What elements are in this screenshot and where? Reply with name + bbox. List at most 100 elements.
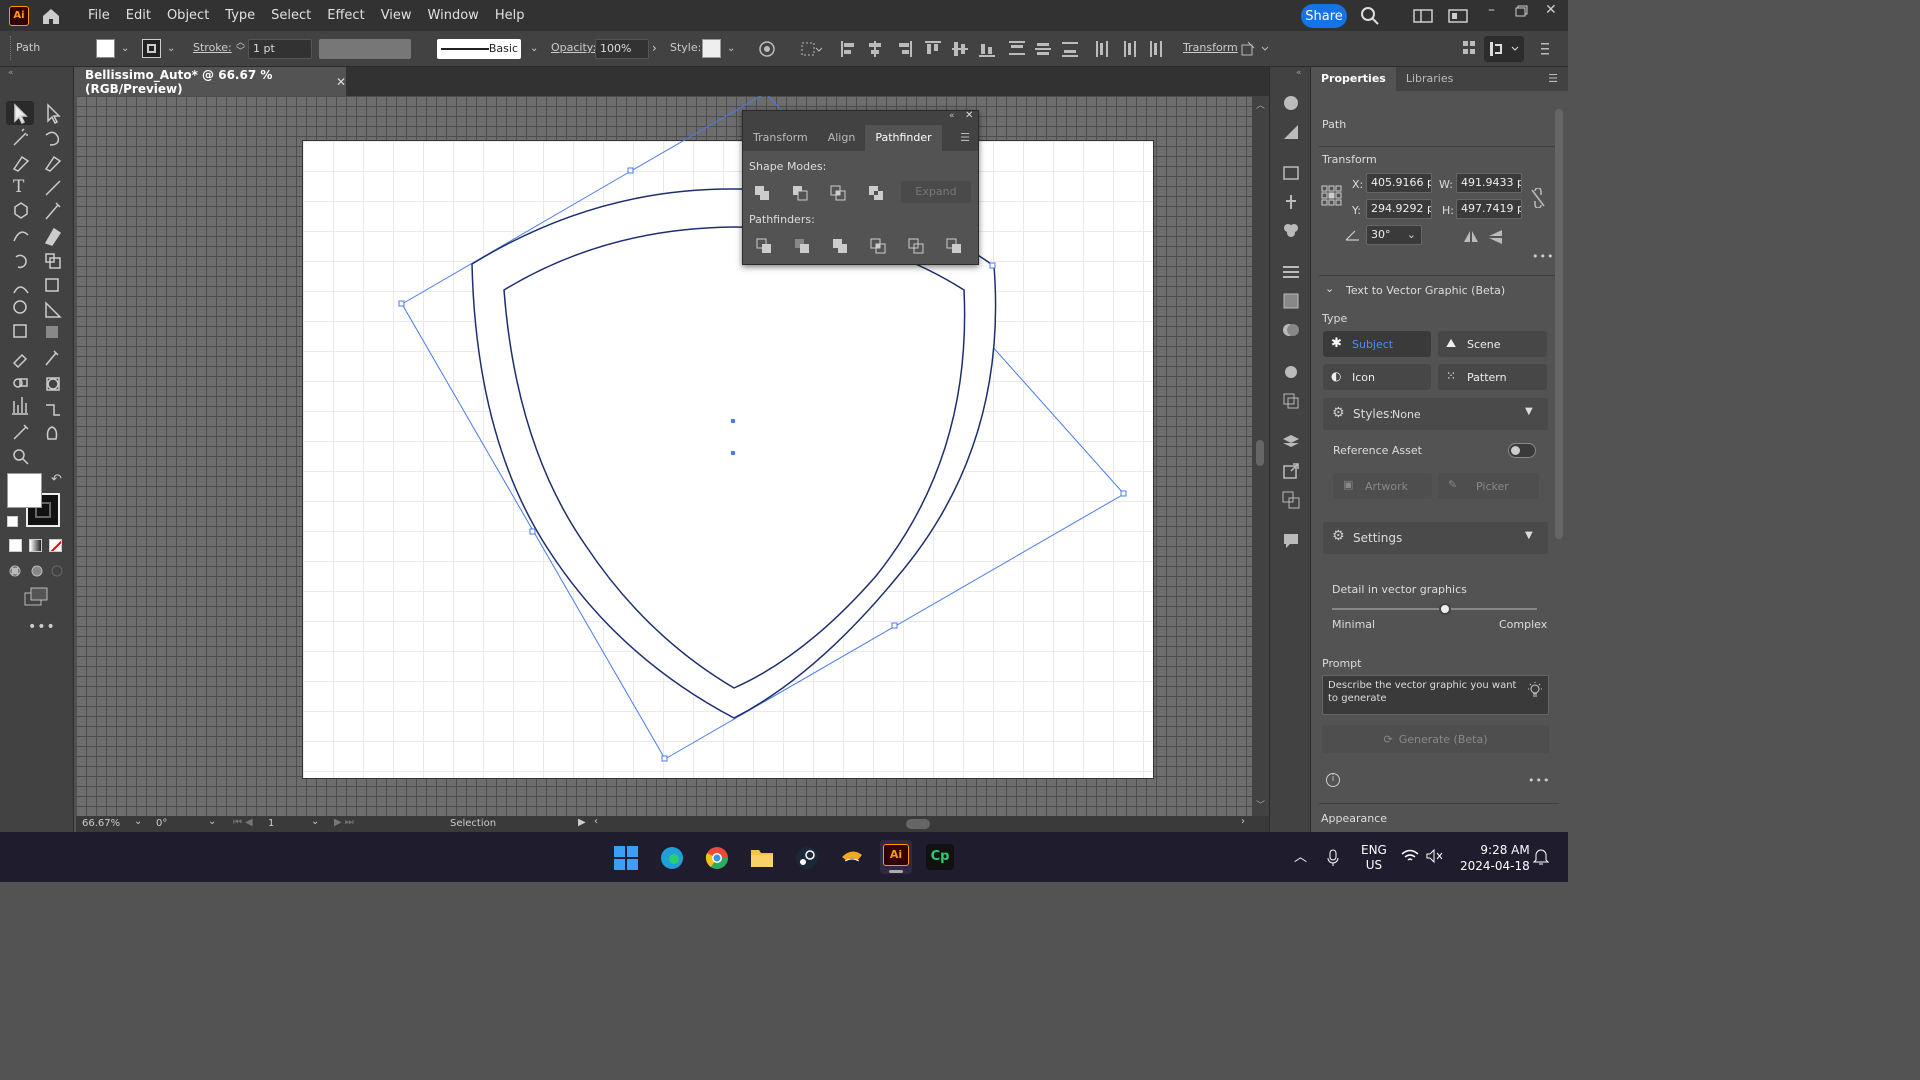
scroll-down-icon[interactable]: ﹀ [1256,798,1265,811]
share-button[interactable]: Share [1301,4,1347,28]
illustrator-taskbar-button[interactable]: Ai [880,840,912,874]
menu-effect[interactable]: Effect [319,0,372,31]
isolate-icon[interactable] [1240,40,1270,58]
canvas[interactable] [76,96,1252,816]
chevron-down-icon[interactable]: ⌄ [167,43,175,54]
horizontal-scroll-thumb[interactable] [906,819,930,829]
workspace-icon[interactable] [1413,9,1433,23]
menu-window[interactable]: Window [420,0,487,31]
divide-icon[interactable] [756,238,772,254]
search-icon[interactable] [1360,6,1380,26]
screen-mode-icon[interactable] [24,587,50,607]
layers-icon[interactable] [1282,433,1300,451]
stroke-stepper-icon[interactable]: ︿ ﹀ [236,39,245,57]
panel-menu-icon[interactable]: ☰ [952,125,978,151]
tab-pathfinder[interactable]: Pathfinder [865,125,942,151]
lightbulb-icon[interactable] [1526,681,1544,701]
export-icon[interactable] [1282,462,1300,480]
panel-header[interactable]: «✕ [743,110,978,125]
clock[interactable]: 9:28 AM 2024-04-18 [1460,842,1530,874]
align-buttons[interactable] [838,39,1168,59]
chevron-down-icon[interactable]: ⌄ [311,816,319,827]
rotation-value[interactable]: 0° [156,818,167,829]
t2v-header[interactable]: Text to Vector Graphic (Beta) [1346,284,1505,297]
tray-expand-icon[interactable]: ︿ [1294,846,1307,865]
constrain-proportions-icon[interactable] [1529,188,1547,208]
subject-button[interactable]: ✱ Subject [1323,331,1431,357]
tool-icons[interactable]: T [0,97,74,497]
artwork[interactable] [76,96,1252,816]
libraries-icon[interactable] [1282,164,1300,182]
artboards-icon[interactable] [1282,491,1300,509]
rotate-field[interactable]: 30° ⌄ [1366,225,1422,245]
brush-definition[interactable]: Basic [437,39,521,59]
fill-swatch[interactable] [96,39,115,58]
recolor-icon[interactable] [758,40,776,58]
graphic-styles-icon[interactable] [1282,392,1300,410]
gradient-panel-icon[interactable] [1282,292,1300,310]
brushes-icon[interactable] [1282,193,1300,211]
app-fan-icon[interactable] [839,845,865,871]
info-icon[interactable]: i [1326,773,1340,787]
detail-slider-track[interactable] [1332,603,1537,615]
minimize-icon[interactable]: – [1488,2,1495,18]
menu-view[interactable]: View [373,0,420,31]
none-mode-icon[interactable] [49,539,62,552]
icon-button[interactable]: ◐ Icon [1323,364,1431,390]
more-menu-icon[interactable] [1540,41,1550,57]
comments-icon[interactable] [1282,532,1300,550]
scene-button[interactable]: ⛰ Scene [1438,331,1547,357]
artboard-number[interactable]: 1 [268,818,274,829]
tab-transform[interactable]: Transform [743,125,818,151]
draw-mode-icons[interactable] [7,562,67,580]
panel-menu-icon[interactable]: ☰ [1538,67,1568,91]
windows-start-icon[interactable] [613,845,639,871]
copilot-icon[interactable]: Cp [926,844,954,870]
collapse-icon[interactable]: « [1296,68,1302,78]
y-field[interactable]: 294.9292 p [1366,199,1432,219]
microphone-icon[interactable] [1326,849,1340,867]
artboard-nav-next-icon[interactable]: ▶⏭ [334,817,357,828]
chevron-down-icon[interactable]: ▼ [1525,530,1533,541]
panel-options-button[interactable] [1484,36,1524,62]
transform-link[interactable]: Transform [1183,41,1238,54]
steam-icon[interactable] [794,845,820,871]
color-mode-icon[interactable] [9,539,22,552]
stroke-weight-field[interactable]: 1 pt [248,39,312,59]
home-icon[interactable] [40,5,62,27]
reference-asset-toggle[interactable] [1508,443,1536,458]
symbols-icon[interactable] [1282,221,1300,239]
default-colors-icon[interactable] [7,516,18,527]
close-window-icon[interactable]: ✕ [1545,2,1557,18]
flip-vertical-icon[interactable] [1488,229,1504,245]
edit-toolbar-icon[interactable]: ••• [28,619,56,635]
collapse-panel-icon[interactable]: « [949,111,955,121]
more-options-icon[interactable]: ••• [1528,774,1550,787]
outline-icon[interactable] [908,238,924,254]
menu-type[interactable]: Type [217,0,263,31]
scroll-thumb[interactable] [1256,440,1264,466]
generate-button[interactable]: ⟳ Generate (Beta) [1322,725,1549,753]
variable-width-profile[interactable] [319,39,411,59]
status-menu-icon[interactable]: ▶ [578,817,586,828]
fill-color[interactable] [7,473,42,508]
x-field[interactable]: 405.9166 p [1366,173,1432,193]
scroll-right-icon[interactable]: › [1241,816,1245,827]
reference-point-icon[interactable] [1321,185,1343,207]
arrange-icon[interactable] [1462,40,1476,56]
menu-help[interactable]: Help [487,0,533,31]
layers-panel-icon[interactable] [1282,123,1300,141]
chevron-down-icon[interactable]: ▼ [1525,406,1533,417]
merge-icon[interactable] [832,238,848,254]
height-field[interactable]: 497.7419 p [1456,199,1522,219]
menu-file[interactable]: File [80,0,118,31]
expand-button[interactable]: Expand [901,181,971,203]
scroll-up-icon[interactable]: ︿ [1256,98,1265,111]
minus-front-icon[interactable] [792,185,808,201]
chevron-down-icon[interactable]: ⌄ [530,43,538,54]
flip-horizontal-icon[interactable] [1463,230,1479,244]
stroke-panel-icon[interactable] [1282,263,1300,281]
chrome-icon[interactable] [704,845,730,871]
wifi-icon[interactable] [1401,849,1419,863]
menu-edit[interactable]: Edit [118,0,159,31]
